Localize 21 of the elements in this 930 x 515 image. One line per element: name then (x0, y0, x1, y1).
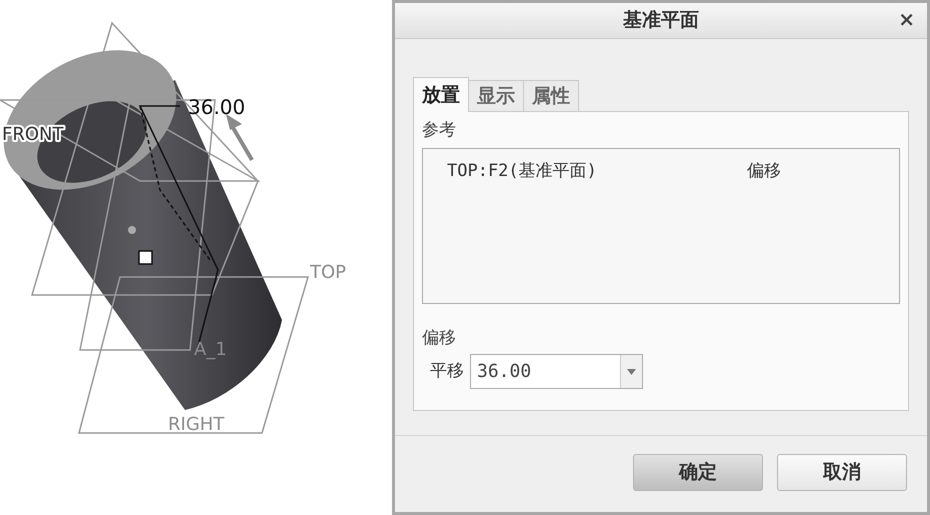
axis-label: A_1 (194, 339, 227, 360)
dropdown-arrow-icon[interactable] (627, 368, 636, 374)
plane-label: TOP (310, 262, 346, 283)
window-title: 基准平面 (623, 8, 699, 34)
dimension-value: 36.00 (188, 95, 246, 119)
section-label: 参考 (422, 119, 457, 142)
drag-handle[interactable] (138, 250, 153, 265)
close-button[interactable]: × (896, 9, 917, 29)
field-label: 平移 (430, 360, 464, 383)
tab[interactable]: 属性 (524, 80, 579, 111)
section-label: 偏移 (422, 327, 457, 350)
reference-name[interactable]: TOP:F2(基准平面) (447, 159, 747, 184)
plane-label: RIGHT (168, 414, 224, 435)
reference-constraint: 偏移 (747, 160, 781, 183)
tab[interactable]: 放置 (413, 77, 469, 112)
ok-button[interactable]: 确定 (633, 454, 763, 491)
cancel-button[interactable]: 取消 (777, 454, 907, 491)
drag-arrow-icon[interactable] (226, 114, 254, 162)
offset-dropdown[interactable]: 36.00 (470, 354, 643, 389)
handle-dot (128, 226, 136, 234)
tab[interactable]: 显示 (469, 80, 524, 111)
